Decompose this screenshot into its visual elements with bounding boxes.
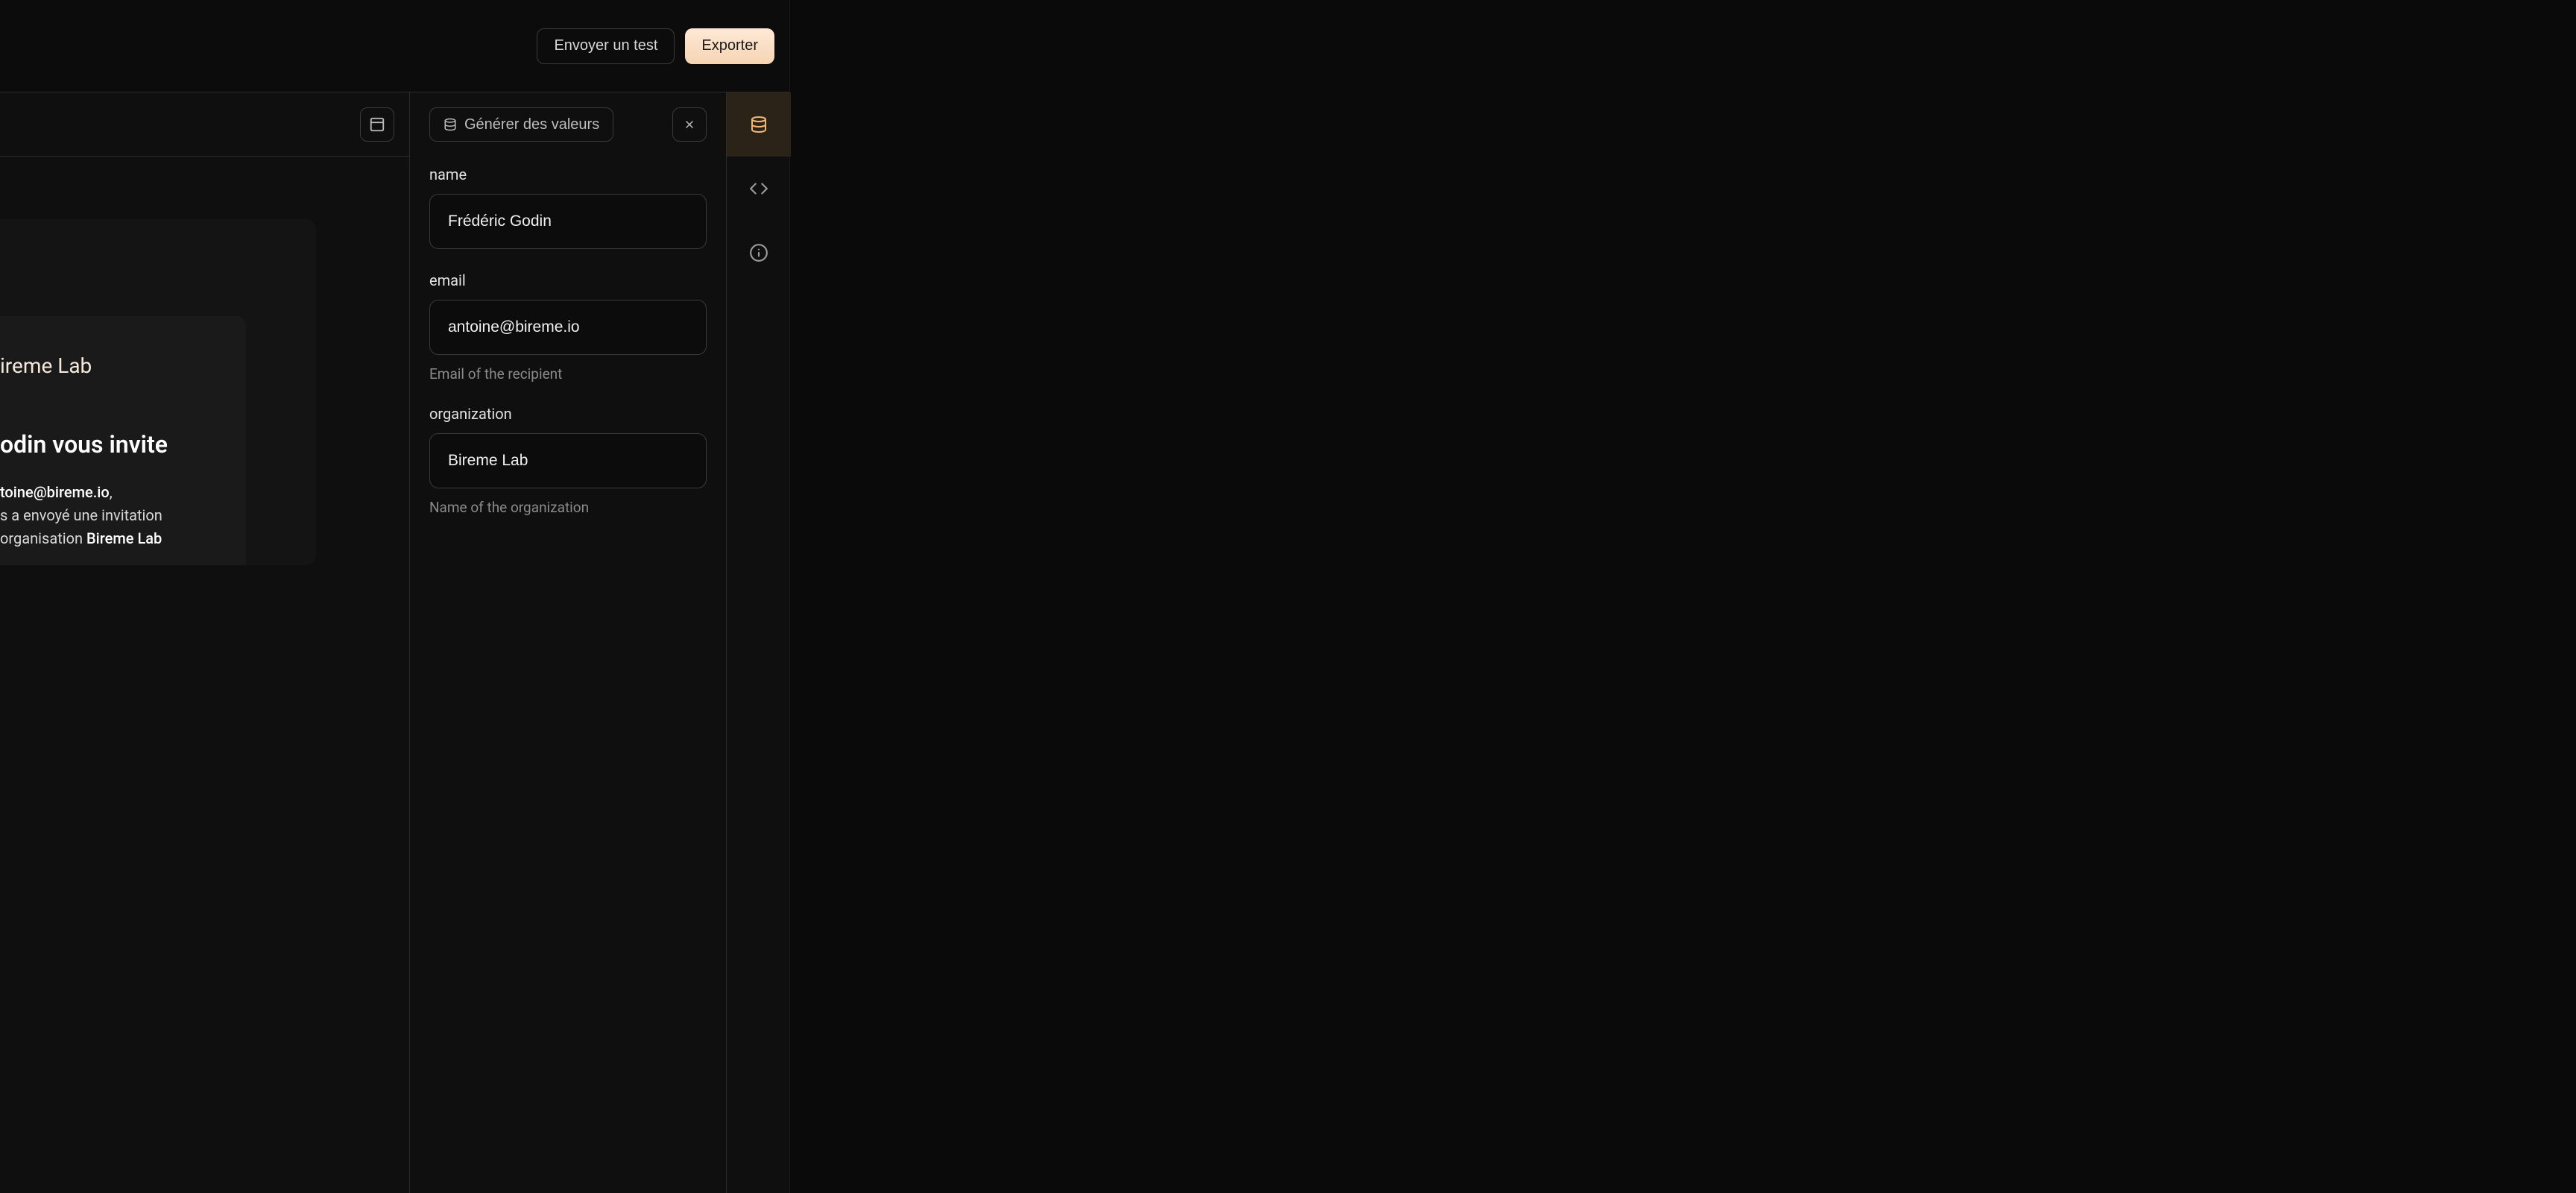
- top-bar: Envoyer un test Exporter: [0, 0, 789, 92]
- email-headline: odin vous invite: [0, 430, 224, 459]
- close-panel-button[interactable]: [672, 107, 707, 142]
- email-preview-card: ireme Lab odin vous invite toine@bireme.…: [0, 219, 316, 565]
- close-icon: [684, 119, 695, 130]
- preview-toolbar: [0, 92, 409, 157]
- field-organization-help: Name of the organization: [429, 499, 707, 516]
- email-inner: ireme Lab odin vous invite toine@bireme.…: [0, 316, 246, 565]
- name-input[interactable]: [429, 194, 707, 249]
- info-icon: [749, 243, 768, 262]
- rail-tab-code[interactable]: [727, 157, 791, 221]
- side-rail: [726, 92, 791, 1193]
- layout-icon: [369, 116, 385, 133]
- email-input[interactable]: [429, 300, 707, 355]
- export-button[interactable]: Exporter: [685, 28, 774, 64]
- preview-pane: ireme Lab odin vous invite toine@bireme.…: [0, 92, 410, 1193]
- data-panel: Générer des valeurs name email Email of …: [410, 92, 726, 1193]
- brand-text: ireme Lab: [0, 353, 224, 378]
- email-body-tail-1: ,: [110, 483, 113, 501]
- generate-values-button[interactable]: Générer des valeurs: [429, 107, 613, 142]
- organization-input[interactable]: [429, 433, 707, 488]
- app-wrapper: Envoyer un test Exporter ireme Lab odin …: [0, 0, 790, 1193]
- email-body-line-3-prefix: organisation: [0, 529, 86, 547]
- content-row: ireme Lab odin vous invite toine@bireme.…: [0, 92, 789, 1193]
- layout-toggle-button[interactable]: [360, 107, 394, 142]
- field-email-help: Email of the recipient: [429, 365, 707, 383]
- email-body-line-2: s a envoyé une invitation: [0, 506, 162, 524]
- rail-tab-info[interactable]: [727, 221, 791, 285]
- field-email-label: email: [429, 271, 707, 289]
- email-body: toine@bireme.io, s a envoyé une invitati…: [0, 481, 224, 550]
- code-icon: [749, 179, 768, 198]
- field-name-label: name: [429, 166, 707, 183]
- database-icon: [443, 118, 457, 131]
- field-organization: organization Name of the organization: [429, 405, 707, 516]
- data-panel-header: Générer des valeurs: [429, 107, 707, 142]
- send-test-button[interactable]: Envoyer un test: [537, 28, 675, 64]
- field-email: email Email of the recipient: [429, 271, 707, 383]
- generate-values-label: Générer des valeurs: [464, 116, 599, 133]
- database-icon: [750, 116, 768, 133]
- rail-tab-data[interactable]: [727, 92, 791, 157]
- field-organization-label: organization: [429, 405, 707, 423]
- email-body-bold-3: Bireme Lab: [86, 529, 162, 547]
- email-body-bold-1: toine@bireme.io: [0, 483, 110, 501]
- field-name: name: [429, 166, 707, 249]
